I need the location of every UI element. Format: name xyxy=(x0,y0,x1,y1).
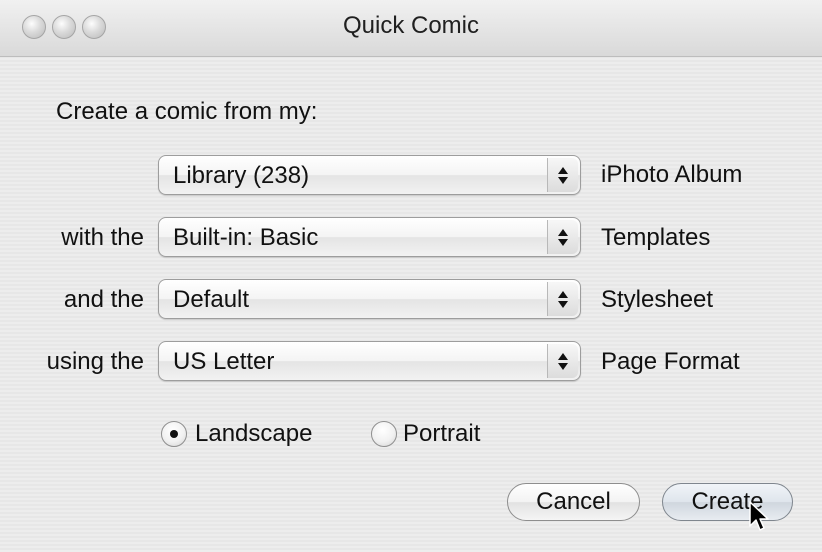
popup-arrows-icon xyxy=(547,158,578,192)
stylesheet-value: Default xyxy=(173,286,250,313)
templates-popup[interactable]: Built-in: Basic xyxy=(158,217,581,257)
popup-arrows-icon xyxy=(547,344,578,378)
with-the-label: with the xyxy=(61,224,144,251)
landscape-radio[interactable] xyxy=(161,421,187,447)
stylesheet-label: Stylesheet xyxy=(601,286,714,313)
iphoto-album-value: Library (238) xyxy=(173,162,310,189)
templates-label: Templates xyxy=(601,224,711,251)
window-title: Quick Comic xyxy=(342,12,480,39)
page-format-popup[interactable]: US Letter xyxy=(158,341,581,381)
quick-comic-window: Quick Comic Create a comic from my: Libr… xyxy=(0,0,822,552)
create-prompt: Create a comic from my: xyxy=(56,98,318,125)
iphoto-album-label: iPhoto Album xyxy=(601,161,743,188)
cancel-button[interactable]: Cancel xyxy=(507,483,640,521)
title-bar[interactable]: Quick Comic xyxy=(0,0,822,57)
portrait-radio[interactable] xyxy=(371,421,397,447)
iphoto-album-popup[interactable]: Library (238) xyxy=(158,155,581,195)
mouse-pointer-icon xyxy=(749,501,769,531)
using-the-label: using the xyxy=(46,348,144,375)
templates-value: Built-in: Basic xyxy=(173,224,319,251)
create-button[interactable]: Create xyxy=(662,483,793,521)
stylesheet-popup[interactable]: Default xyxy=(158,279,581,319)
popup-arrows-icon xyxy=(547,282,578,316)
landscape-label[interactable]: Landscape xyxy=(195,420,312,448)
portrait-label[interactable]: Portrait xyxy=(403,420,480,448)
page-format-label: Page Format xyxy=(601,348,740,375)
and-the-label: and the xyxy=(63,286,144,313)
popup-arrows-icon xyxy=(547,220,578,254)
radio-selected-dot-icon xyxy=(170,430,178,438)
page-format-value: US Letter xyxy=(173,348,275,375)
